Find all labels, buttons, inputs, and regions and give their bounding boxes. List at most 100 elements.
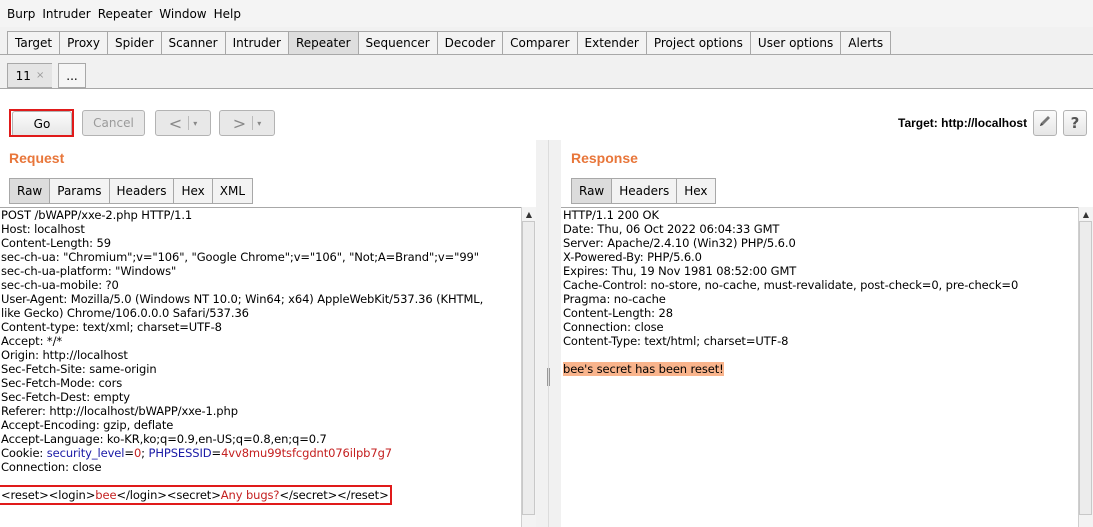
forward-button[interactable]: > ▾ bbox=[219, 110, 275, 136]
scroll-up-icon[interactable]: ▲ bbox=[1079, 207, 1093, 221]
tab-proxy[interactable]: Proxy bbox=[59, 31, 107, 55]
request-line: sec-ch-ua-platform: "Windows" bbox=[1, 264, 177, 278]
request-line: Sec-Fetch-Mode: cors bbox=[1, 376, 123, 390]
response-line: Content-Type: text/html; charset=UTF-8 bbox=[563, 334, 789, 348]
cookie-equals: = bbox=[124, 446, 134, 460]
menu-repeater[interactable]: Repeater bbox=[95, 7, 156, 21]
response-line: Connection: close bbox=[563, 320, 664, 334]
request-line: sec-ch-ua: "Chromium";v="106", "Google C… bbox=[1, 250, 479, 264]
xml-secret-value: Any bugs? bbox=[220, 488, 280, 502]
request-tab-hex[interactable]: Hex bbox=[173, 178, 212, 204]
response-tab-raw[interactable]: Raw bbox=[571, 178, 612, 204]
response-line: X-Powered-By: PHP/5.6.0 bbox=[563, 250, 702, 264]
scroll-thumb[interactable] bbox=[1079, 221, 1092, 515]
response-tabs: Raw Headers Hex bbox=[571, 178, 716, 204]
request-line: User-Agent: Mozilla/5.0 (Windows NT 10.0… bbox=[1, 292, 484, 306]
new-tab-button[interactable]: ... bbox=[58, 63, 86, 88]
cookie-value-phpsessid: 4vv8mu99tsfcgdnt076ilpb7g7 bbox=[221, 446, 392, 460]
response-viewer[interactable]: HTTP/1.1 200 OK Date: Thu, 06 Oct 2022 0… bbox=[561, 207, 1078, 527]
tab-intruder[interactable]: Intruder bbox=[224, 31, 288, 55]
request-tab-raw[interactable]: Raw bbox=[9, 178, 50, 204]
edit-target-button[interactable] bbox=[1033, 110, 1057, 136]
cookie-separator: ; bbox=[141, 446, 149, 460]
response-scrollbar[interactable]: ▲ bbox=[1078, 207, 1093, 527]
response-line: HTTP/1.1 200 OK bbox=[563, 208, 659, 222]
target-label: Target: http://localhost bbox=[898, 116, 1028, 130]
help-button[interactable]: ? bbox=[1063, 110, 1087, 136]
response-tab-hex[interactable]: Hex bbox=[676, 178, 716, 204]
response-title: Response bbox=[571, 150, 638, 166]
request-tab-params[interactable]: Params bbox=[49, 178, 109, 204]
help-icon: ? bbox=[1070, 114, 1080, 132]
close-icon[interactable]: × bbox=[36, 70, 44, 81]
go-button-highlight bbox=[9, 109, 74, 137]
response-line: Expires: Thu, 19 Nov 1981 08:52:00 GMT bbox=[563, 264, 797, 278]
repeater-sub-tabs: 11 × ... bbox=[7, 63, 86, 88]
menu-burp[interactable]: Burp bbox=[4, 7, 38, 21]
cookie-line: Cookie: security_level=0; PHPSESSID=4vv8… bbox=[0, 446, 521, 460]
xml-tag: </login><secret> bbox=[116, 488, 221, 502]
cookie-name-security-level: security_level bbox=[46, 446, 125, 460]
main-tab-bar: Target Proxy Spider Scanner Intruder Rep… bbox=[7, 31, 892, 55]
main-tab-divider bbox=[0, 54, 1093, 55]
response-line: Server: Apache/2.4.10 (Win32) PHP/5.6.0 bbox=[563, 236, 796, 250]
menu-window[interactable]: Window bbox=[156, 7, 209, 21]
tab-project-options[interactable]: Project options bbox=[645, 31, 750, 55]
forward-dropdown-icon[interactable]: ▾ bbox=[252, 116, 261, 130]
tab-extender[interactable]: Extender bbox=[576, 31, 646, 55]
response-line: Pragma: no-cache bbox=[563, 292, 666, 306]
request-line: POST /bWAPP/xxe-2.php HTTP/1.1 bbox=[1, 208, 193, 222]
tab-decoder[interactable]: Decoder bbox=[436, 31, 503, 55]
chevron-left-icon: < bbox=[168, 113, 183, 133]
request-line: Sec-Fetch-Site: same-origin bbox=[1, 362, 157, 376]
request-tabs: Raw Params Headers Hex XML bbox=[9, 178, 254, 204]
tab-scanner[interactable]: Scanner bbox=[160, 31, 225, 55]
menu-intruder[interactable]: Intruder bbox=[39, 7, 93, 21]
request-line: Origin: http://localhost bbox=[1, 348, 128, 362]
request-line: Content-Length: 59 bbox=[1, 236, 111, 250]
request-line: Accept: */* bbox=[1, 334, 62, 348]
xml-tag: </secret></reset> bbox=[279, 488, 389, 502]
cancel-button[interactable]: Cancel bbox=[82, 110, 145, 136]
request-line: Accept-Encoding: gzip, deflate bbox=[1, 418, 174, 432]
menu-help[interactable]: Help bbox=[211, 7, 244, 21]
back-dropdown-icon[interactable]: ▾ bbox=[188, 116, 197, 130]
sub-tab-divider bbox=[0, 88, 1093, 89]
tab-repeater[interactable]: Repeater bbox=[287, 31, 358, 55]
repeater-tab-current[interactable]: 11 × bbox=[7, 63, 52, 88]
request-line: Referer: http://localhost/bWAPP/xxe-1.ph… bbox=[1, 404, 238, 418]
request-line: sec-ch-ua-mobile: ?0 bbox=[1, 278, 119, 292]
menu-bar: Burp Intruder Repeater Window Help bbox=[0, 0, 1093, 27]
divider-line bbox=[548, 140, 549, 527]
request-line: Content-type: text/xml; charset=UTF-8 bbox=[1, 320, 222, 334]
scroll-thumb[interactable] bbox=[522, 221, 535, 515]
cookie-prefix: Cookie: bbox=[1, 446, 47, 460]
request-editor[interactable]: POST /bWAPP/xxe-2.php HTTP/1.1 Host: loc… bbox=[0, 207, 521, 527]
tab-sequencer[interactable]: Sequencer bbox=[357, 31, 437, 55]
repeater-tab-label: 11 bbox=[15, 68, 31, 83]
tab-alerts[interactable]: Alerts bbox=[840, 31, 892, 55]
request-title: Request bbox=[9, 150, 65, 166]
pencil-icon bbox=[1038, 114, 1052, 132]
request-tab-headers[interactable]: Headers bbox=[108, 178, 174, 204]
request-line: Host: localhost bbox=[1, 222, 85, 236]
scroll-up-icon[interactable]: ▲ bbox=[522, 207, 536, 221]
divider-grip-icon[interactable] bbox=[547, 368, 550, 386]
chevron-right-icon: > bbox=[232, 113, 247, 133]
request-line: Connection: close bbox=[1, 460, 102, 474]
response-line: Content-Length: 28 bbox=[563, 306, 673, 320]
response-body-highlight: bee's secret has been reset! bbox=[563, 362, 724, 376]
request-tab-xml[interactable]: XML bbox=[211, 178, 254, 204]
split-divider[interactable] bbox=[536, 140, 561, 527]
request-scrollbar[interactable]: ▲ bbox=[521, 207, 536, 527]
tab-target[interactable]: Target bbox=[7, 31, 60, 55]
xml-body-highlight: <reset><login>bee</login><secret>Any bug… bbox=[0, 485, 392, 505]
tab-user-options[interactable]: User options bbox=[749, 31, 841, 55]
response-body-line: bee's secret has been reset! bbox=[561, 362, 1078, 376]
response-tab-headers[interactable]: Headers bbox=[611, 178, 677, 204]
tab-comparer[interactable]: Comparer bbox=[502, 31, 577, 55]
tab-spider[interactable]: Spider bbox=[107, 31, 161, 55]
back-button[interactable]: < ▾ bbox=[155, 110, 211, 136]
